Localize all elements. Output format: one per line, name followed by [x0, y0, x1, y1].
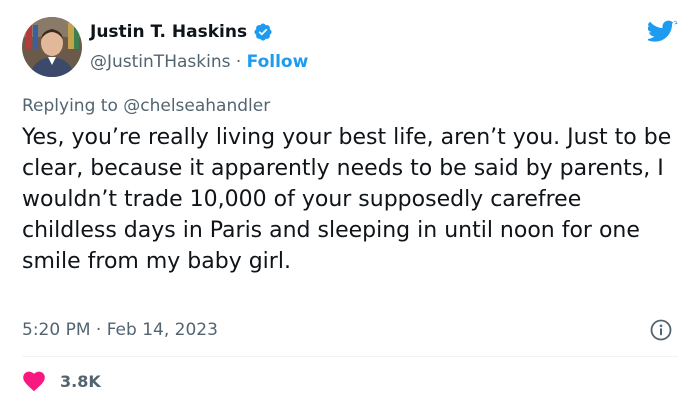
follow-button[interactable]: Follow: [247, 52, 309, 72]
reply-context: Replying to @chelseahandler: [22, 96, 270, 116]
author-name[interactable]: Justin T. Haskins: [90, 22, 247, 42]
verified-badge-icon: [253, 22, 273, 42]
like-action[interactable]: 3.8K: [22, 370, 101, 392]
heart-icon[interactable]: [22, 370, 46, 392]
handle-separator: ·: [235, 52, 242, 72]
like-count: 3.8K: [60, 371, 101, 391]
reply-prefix: Replying to: [22, 96, 118, 116]
info-icon[interactable]: [650, 319, 672, 341]
reply-mention-link[interactable]: @chelseahandler: [123, 96, 270, 116]
twitter-bird-icon[interactable]: [645, 20, 678, 46]
tweet-timestamp[interactable]: 5:20 PM · Feb 14, 2023: [22, 320, 218, 340]
divider: [22, 356, 678, 357]
avatar-photo-icon: [22, 17, 82, 77]
avatar[interactable]: [22, 17, 82, 77]
tweet-text: Yes, you’re really living your best life…: [22, 125, 672, 274]
author-handle[interactable]: @JustinTHaskins: [90, 52, 230, 72]
